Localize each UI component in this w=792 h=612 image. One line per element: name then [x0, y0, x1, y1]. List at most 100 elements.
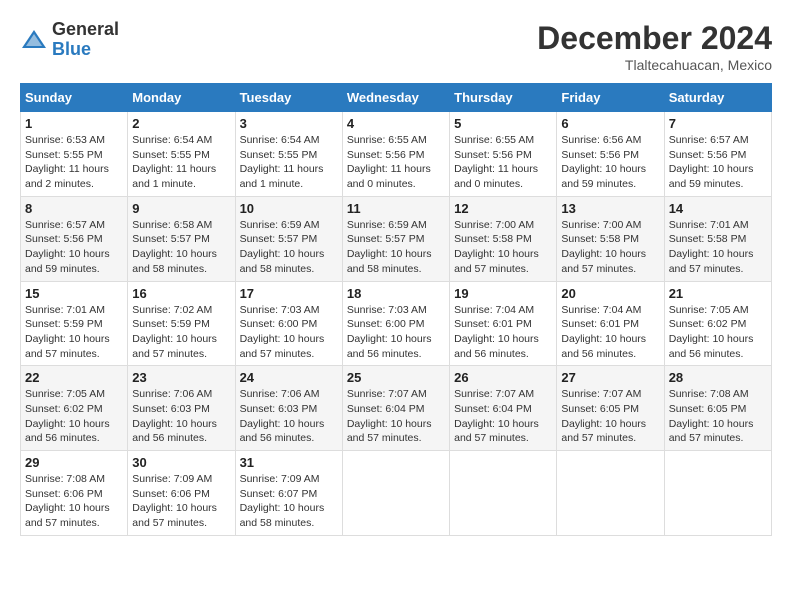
day-number: 12: [454, 201, 552, 216]
calendar-week-row: 22 Sunrise: 7:05 AMSunset: 6:02 PMDayligh…: [21, 366, 772, 451]
day-number: 22: [25, 370, 123, 385]
calendar-cell: 6 Sunrise: 6:56 AMSunset: 5:56 PMDaylight…: [557, 112, 664, 197]
calendar-week-row: 8 Sunrise: 6:57 AMSunset: 5:56 PMDaylight…: [21, 196, 772, 281]
day-info: Sunrise: 6:55 AMSunset: 5:56 PMDaylight:…: [347, 133, 445, 192]
day-info: Sunrise: 6:54 AMSunset: 5:55 PMDaylight:…: [132, 133, 230, 192]
day-number: 19: [454, 286, 552, 301]
day-number: 9: [132, 201, 230, 216]
day-info: Sunrise: 7:04 AMSunset: 6:01 PMDaylight:…: [454, 303, 552, 362]
calendar-cell: 22 Sunrise: 7:05 AMSunset: 6:02 PMDayligh…: [21, 366, 128, 451]
column-header-monday: Monday: [128, 84, 235, 112]
header-row: SundayMondayTuesdayWednesdayThursdayFrid…: [21, 84, 772, 112]
page-title: December 2024: [537, 20, 772, 57]
day-info: Sunrise: 6:59 AMSunset: 5:57 PMDaylight:…: [240, 218, 338, 277]
day-number: 24: [240, 370, 338, 385]
day-number: 31: [240, 455, 338, 470]
column-header-thursday: Thursday: [450, 84, 557, 112]
day-info: Sunrise: 7:03 AMSunset: 6:00 PMDaylight:…: [240, 303, 338, 362]
calendar-cell: [450, 451, 557, 536]
day-info: Sunrise: 7:01 AMSunset: 5:59 PMDaylight:…: [25, 303, 123, 362]
day-info: Sunrise: 6:54 AMSunset: 5:55 PMDaylight:…: [240, 133, 338, 192]
calendar-cell: 17 Sunrise: 7:03 AMSunset: 6:00 PMDayligh…: [235, 281, 342, 366]
page-header: General Blue December 2024 Tlaltecahuaca…: [20, 20, 772, 73]
calendar-cell: 10 Sunrise: 6:59 AMSunset: 5:57 PMDayligh…: [235, 196, 342, 281]
day-number: 7: [669, 116, 767, 131]
day-info: Sunrise: 7:05 AMSunset: 6:02 PMDaylight:…: [25, 387, 123, 446]
calendar-cell: [664, 451, 771, 536]
day-number: 15: [25, 286, 123, 301]
day-number: 8: [25, 201, 123, 216]
calendar-cell: 19 Sunrise: 7:04 AMSunset: 6:01 PMDayligh…: [450, 281, 557, 366]
day-number: 14: [669, 201, 767, 216]
calendar-cell: 25 Sunrise: 7:07 AMSunset: 6:04 PMDayligh…: [342, 366, 449, 451]
day-info: Sunrise: 7:08 AMSunset: 6:06 PMDaylight:…: [25, 472, 123, 531]
calendar-cell: 26 Sunrise: 7:07 AMSunset: 6:04 PMDayligh…: [450, 366, 557, 451]
day-number: 6: [561, 116, 659, 131]
day-number: 17: [240, 286, 338, 301]
day-info: Sunrise: 6:58 AMSunset: 5:57 PMDaylight:…: [132, 218, 230, 277]
day-info: Sunrise: 7:06 AMSunset: 6:03 PMDaylight:…: [240, 387, 338, 446]
calendar-cell: 3 Sunrise: 6:54 AMSunset: 5:55 PMDaylight…: [235, 112, 342, 197]
calendar-cell: 14 Sunrise: 7:01 AMSunset: 5:58 PMDayligh…: [664, 196, 771, 281]
logo-icon: [20, 26, 48, 54]
calendar-cell: 12 Sunrise: 7:00 AMSunset: 5:58 PMDayligh…: [450, 196, 557, 281]
title-block: December 2024 Tlaltecahuacan, Mexico: [537, 20, 772, 73]
calendar-cell: 28Sunrise: 7:08 AMSunset: 6:05 PMDayligh…: [664, 366, 771, 451]
calendar-cell: 8 Sunrise: 6:57 AMSunset: 5:56 PMDaylight…: [21, 196, 128, 281]
calendar-week-row: 15 Sunrise: 7:01 AMSunset: 5:59 PMDayligh…: [21, 281, 772, 366]
calendar-cell: 30 Sunrise: 7:09 AMSunset: 6:06 PMDayligh…: [128, 451, 235, 536]
day-info: Sunrise: 7:00 AMSunset: 5:58 PMDaylight:…: [561, 218, 659, 277]
calendar-cell: [342, 451, 449, 536]
calendar-cell: 11Sunrise: 6:59 AMSunset: 5:57 PMDayligh…: [342, 196, 449, 281]
day-info: Sunrise: 7:03 AMSunset: 6:00 PMDaylight:…: [347, 303, 445, 362]
day-number: 23: [132, 370, 230, 385]
column-header-sunday: Sunday: [21, 84, 128, 112]
logo-general: General: [52, 20, 119, 40]
calendar-cell: 23 Sunrise: 7:06 AMSunset: 6:03 PMDayligh…: [128, 366, 235, 451]
day-info: Sunrise: 7:07 AMSunset: 6:04 PMDaylight:…: [454, 387, 552, 446]
day-info: Sunrise: 7:07 AMSunset: 6:04 PMDaylight:…: [347, 387, 445, 446]
calendar-cell: 9 Sunrise: 6:58 AMSunset: 5:57 PMDaylight…: [128, 196, 235, 281]
calendar-cell: 13 Sunrise: 7:00 AMSunset: 5:58 PMDayligh…: [557, 196, 664, 281]
day-number: 26: [454, 370, 552, 385]
calendar-cell: 29Sunrise: 7:08 AMSunset: 6:06 PMDayligh…: [21, 451, 128, 536]
day-number: 16: [132, 286, 230, 301]
day-info: Sunrise: 7:04 AMSunset: 6:01 PMDaylight:…: [561, 303, 659, 362]
day-number: 2: [132, 116, 230, 131]
day-info: Sunrise: 6:55 AMSunset: 5:56 PMDaylight:…: [454, 133, 552, 192]
day-info: Sunrise: 6:53 AMSunset: 5:55 PMDaylight:…: [25, 133, 123, 192]
day-info: Sunrise: 7:05 AMSunset: 6:02 PMDaylight:…: [669, 303, 767, 362]
day-number: 4: [347, 116, 445, 131]
day-number: 10: [240, 201, 338, 216]
column-header-wednesday: Wednesday: [342, 84, 449, 112]
column-header-friday: Friday: [557, 84, 664, 112]
calendar-week-row: 1Sunrise: 6:53 AMSunset: 5:55 PMDaylight…: [21, 112, 772, 197]
day-info: Sunrise: 6:57 AMSunset: 5:56 PMDaylight:…: [25, 218, 123, 277]
calendar-cell: 24 Sunrise: 7:06 AMSunset: 6:03 PMDayligh…: [235, 366, 342, 451]
calendar-cell: 5 Sunrise: 6:55 AMSunset: 5:56 PMDaylight…: [450, 112, 557, 197]
calendar-cell: 18Sunrise: 7:03 AMSunset: 6:00 PMDayligh…: [342, 281, 449, 366]
column-header-saturday: Saturday: [664, 84, 771, 112]
day-number: 3: [240, 116, 338, 131]
calendar-cell: 27Sunrise: 7:07 AMSunset: 6:05 PMDayligh…: [557, 366, 664, 451]
day-info: Sunrise: 6:56 AMSunset: 5:56 PMDaylight:…: [561, 133, 659, 192]
day-number: 30: [132, 455, 230, 470]
day-number: 28: [669, 370, 767, 385]
day-number: 13: [561, 201, 659, 216]
day-number: 27: [561, 370, 659, 385]
logo-blue: Blue: [52, 40, 119, 60]
day-info: Sunrise: 7:06 AMSunset: 6:03 PMDaylight:…: [132, 387, 230, 446]
day-info: Sunrise: 7:02 AMSunset: 5:59 PMDaylight:…: [132, 303, 230, 362]
calendar-cell: 21Sunrise: 7:05 AMSunset: 6:02 PMDayligh…: [664, 281, 771, 366]
day-info: Sunrise: 7:09 AMSunset: 6:06 PMDaylight:…: [132, 472, 230, 531]
calendar-cell: [557, 451, 664, 536]
day-info: Sunrise: 7:00 AMSunset: 5:58 PMDaylight:…: [454, 218, 552, 277]
calendar-cell: 4 Sunrise: 6:55 AMSunset: 5:56 PMDaylight…: [342, 112, 449, 197]
day-number: 5: [454, 116, 552, 131]
day-info: Sunrise: 7:01 AMSunset: 5:58 PMDaylight:…: [669, 218, 767, 277]
day-number: 25: [347, 370, 445, 385]
calendar-cell: 15 Sunrise: 7:01 AMSunset: 5:59 PMDayligh…: [21, 281, 128, 366]
calendar-cell: 16 Sunrise: 7:02 AMSunset: 5:59 PMDayligh…: [128, 281, 235, 366]
calendar-week-row: 29Sunrise: 7:08 AMSunset: 6:06 PMDayligh…: [21, 451, 772, 536]
calendar-cell: 1Sunrise: 6:53 AMSunset: 5:55 PMDaylight…: [21, 112, 128, 197]
